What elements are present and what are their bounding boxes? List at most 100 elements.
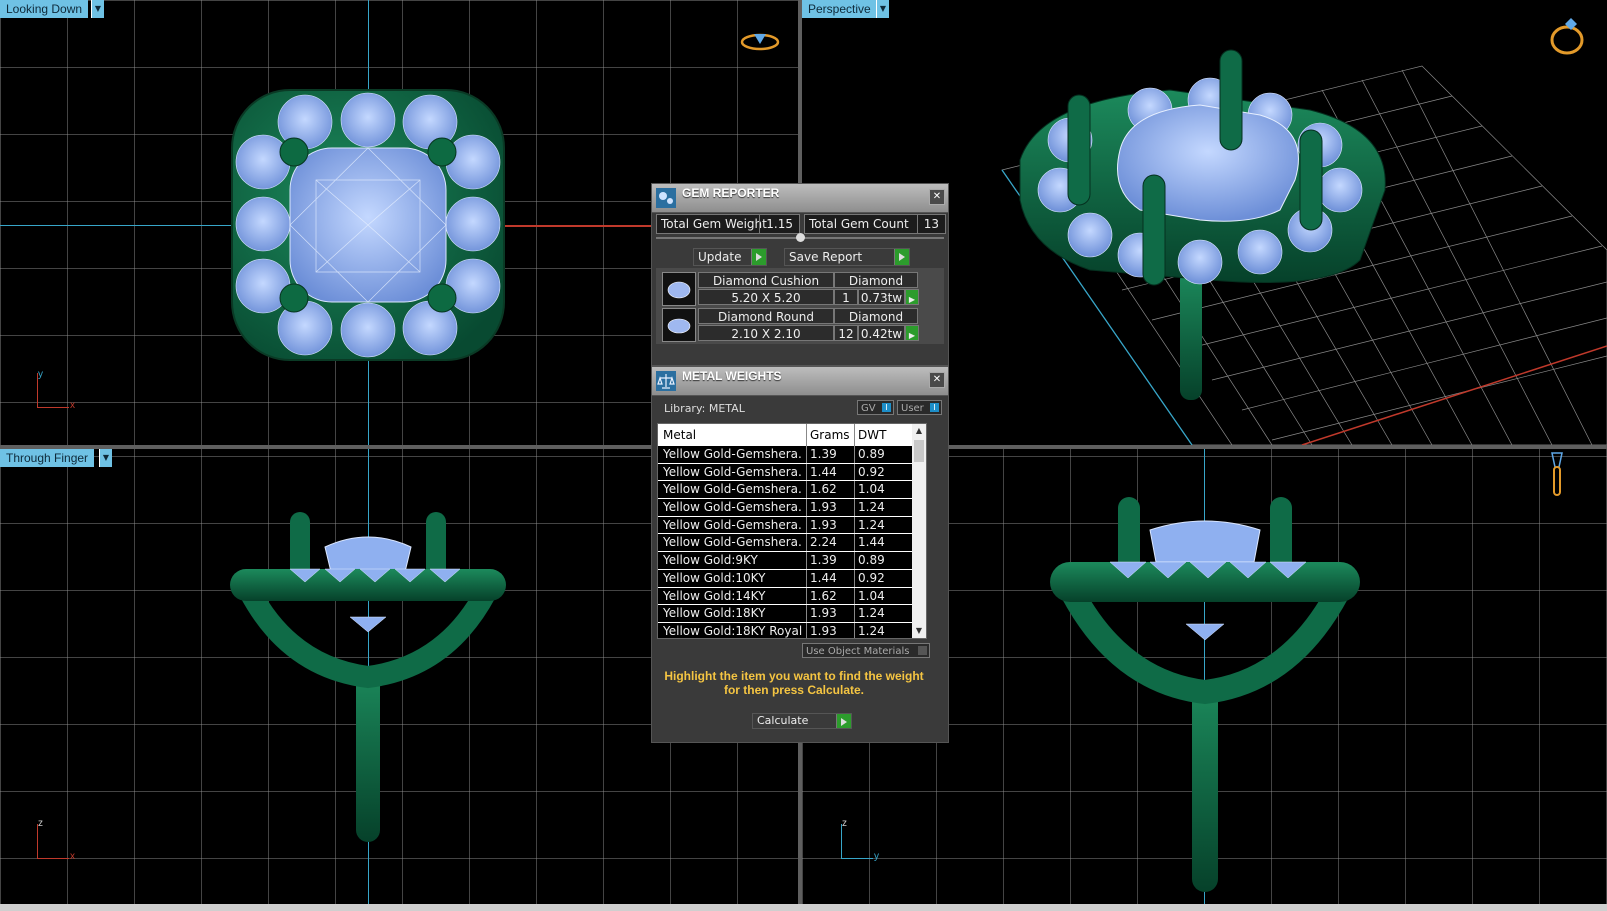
play-icon: ▶ [908, 331, 916, 340]
gem-detail-button[interactable]: ▶ [905, 289, 919, 305]
metal-weights-panel: METAL WEIGHTS ✕ Library: METAL GV I User I… [651, 366, 949, 743]
gem-reporter-title: GEM REPORTER [682, 186, 780, 200]
collapse-icon[interactable] [796, 233, 805, 242]
viewport-label-perspective[interactable]: Perspective [802, 0, 877, 18]
dwt-cell: 1.44 [858, 535, 885, 550]
table-row[interactable]: Yellow Gold-Gemshera... 1.93 1.24 [658, 499, 926, 517]
update-button[interactable]: Update [693, 248, 767, 266]
viewport-dropdown-arrow-icon[interactable]: ▼ [99, 449, 112, 467]
dwt-cell: 1.04 [858, 482, 885, 497]
ring-side-view-2[interactable] [1050, 492, 1360, 892]
play-icon [894, 249, 909, 265]
axis-y-label: y [38, 369, 43, 380]
grams-cell: 1.93 [810, 500, 837, 515]
viewport-label-looking-down[interactable]: Looking Down [0, 0, 89, 18]
table-row[interactable]: Yellow Gold:18KY Royal 1.93 1.24 [658, 623, 926, 638]
metal-name-cell: Yellow Gold:9KY [663, 553, 758, 568]
close-icon[interactable]: ✕ [929, 189, 945, 205]
ring-orientation-icon[interactable] [738, 28, 782, 54]
play-icon [751, 249, 766, 265]
gem-weight: 0.73tw [858, 289, 905, 305]
viewport-dropdown-arrow-icon[interactable]: ▼ [876, 0, 889, 18]
dwt-cell: 1.24 [858, 517, 885, 532]
ring-top-view[interactable] [230, 88, 506, 362]
axis-z-label: z [842, 818, 847, 829]
metal-table[interactable]: Metal Grams DWT Yellow Gold-Gemshera... 1… [657, 423, 927, 639]
table-row[interactable]: Yellow Gold-Gemshera... 1.93 1.24 [658, 517, 926, 535]
ring-perspective-view[interactable] [1010, 40, 1430, 420]
metal-name-cell: Yellow Gold:18KY [663, 606, 766, 621]
gem-reporter-title-bar[interactable]: GEM REPORTER ✕ [652, 184, 948, 213]
grams-cell: 1.39 [810, 447, 837, 461]
total-gem-count-label: Total Gem Count [809, 217, 909, 231]
metal-table-body: Yellow Gold-Gemshera... 1.39 0.89 Yellow Go… [658, 446, 926, 638]
gem-material: Diamond [834, 272, 918, 288]
ring-3d-icon[interactable] [1547, 12, 1591, 58]
metal-table-header: Metal Grams DWT [658, 424, 926, 446]
metal-weights-title-bar[interactable]: METAL WEIGHTS ✕ [652, 367, 948, 396]
gem-row-cushion[interactable]: Diamond Cushion Diamond 5.20 X 5.20 1 0.… [662, 272, 934, 306]
gem-row-round[interactable]: Diamond Round Diamond 2.10 X 2.10 12 0.4… [662, 308, 934, 342]
viewport-label-through-finger[interactable]: Through Finger [0, 449, 95, 467]
dwt-cell: 1.24 [858, 623, 885, 638]
metal-name-cell: Yellow Gold-Gemshera... [663, 482, 803, 497]
gem-size: 2.10 X 2.10 [698, 325, 834, 341]
user-toggle-label: User [901, 403, 924, 414]
dwt-cell: 1.24 [858, 606, 885, 621]
viewport-dropdown-arrow-icon[interactable]: ▼ [91, 0, 104, 18]
dwt-cell: 0.89 [858, 553, 885, 568]
column-header-grams[interactable]: Grams [810, 424, 850, 446]
grams-cell: 1.93 [810, 606, 837, 621]
scroll-down-icon[interactable]: ▼ [912, 624, 926, 638]
axis-gizmo: y x [32, 369, 82, 413]
grams-cell: 1.44 [810, 464, 837, 479]
scrollbar[interactable]: ▲ ▼ [912, 424, 926, 638]
column-header-metal[interactable]: Metal [663, 424, 803, 446]
save-report-button[interactable]: Save Report [784, 248, 910, 266]
table-row[interactable]: Yellow Gold-Gemshera... 1.62 1.04 [658, 481, 926, 500]
dwt-cell: 0.92 [858, 570, 885, 585]
save-report-button-label: Save Report [789, 250, 863, 264]
scroll-up-icon[interactable]: ▲ [912, 424, 926, 438]
axis-x-label: x [70, 400, 75, 411]
axis-z-label: z [38, 818, 43, 829]
axis-x-label: x [70, 851, 75, 862]
table-row[interactable]: Yellow Gold:10KY 1.44 0.92 [658, 570, 926, 588]
metal-name-cell: Yellow Gold-Gemshera... [663, 535, 803, 550]
close-icon[interactable]: ✕ [929, 372, 945, 388]
total-gem-count: Total Gem Count 13 [804, 214, 946, 234]
scale-icon [656, 371, 676, 391]
use-object-materials-label: Use Object Materials [806, 646, 910, 657]
grams-cell: 1.93 [810, 623, 837, 638]
axis-gizmo: z y [836, 818, 886, 864]
grams-cell: 1.93 [810, 517, 837, 532]
finger-view-icon[interactable] [1542, 449, 1572, 499]
use-object-materials-toggle[interactable]: Use Object Materials [802, 643, 930, 658]
status-bar [0, 904, 1607, 911]
gv-toggle-label: GV [861, 403, 876, 414]
table-row[interactable]: Yellow Gold:14KY 1.62 1.04 [658, 588, 926, 606]
user-toggle[interactable]: User I [897, 400, 942, 415]
total-gem-weight: Total Gem Weight 1.15 [656, 214, 800, 234]
column-header-dwt[interactable]: DWT [858, 424, 886, 446]
grams-cell: 1.39 [810, 553, 837, 568]
calculate-button[interactable]: Calculate [752, 713, 852, 729]
gv-toggle[interactable]: GV I [857, 400, 894, 415]
gem-reporter-icon [656, 188, 676, 208]
gem-detail-button[interactable]: ▶ [905, 325, 919, 341]
gem-weight: 0.42tw [858, 325, 905, 341]
toggle-indicator-icon [918, 646, 927, 655]
grams-cell: 1.62 [810, 482, 837, 497]
instruction-text: Highlight the item you want to find the … [664, 669, 924, 697]
table-row[interactable]: Yellow Gold-Gemshera... 2.24 1.44 [658, 534, 926, 553]
grams-cell: 1.44 [810, 570, 837, 585]
total-gem-weight-value: 1.15 [759, 215, 799, 233]
collapse-handle[interactable] [656, 233, 944, 242]
table-row[interactable]: Yellow Gold-Gemshera... 1.39 0.89 [658, 446, 926, 464]
metal-name-cell: Yellow Gold-Gemshera... [663, 447, 803, 461]
table-row[interactable]: Yellow Gold:9KY 1.39 0.89 [658, 552, 926, 570]
ring-side-view[interactable] [230, 507, 506, 842]
scrollbar-thumb[interactable] [914, 440, 924, 462]
table-row[interactable]: Yellow Gold:18KY 1.93 1.24 [658, 605, 926, 623]
table-row[interactable]: Yellow Gold-Gemshera... 1.44 0.92 [658, 464, 926, 482]
